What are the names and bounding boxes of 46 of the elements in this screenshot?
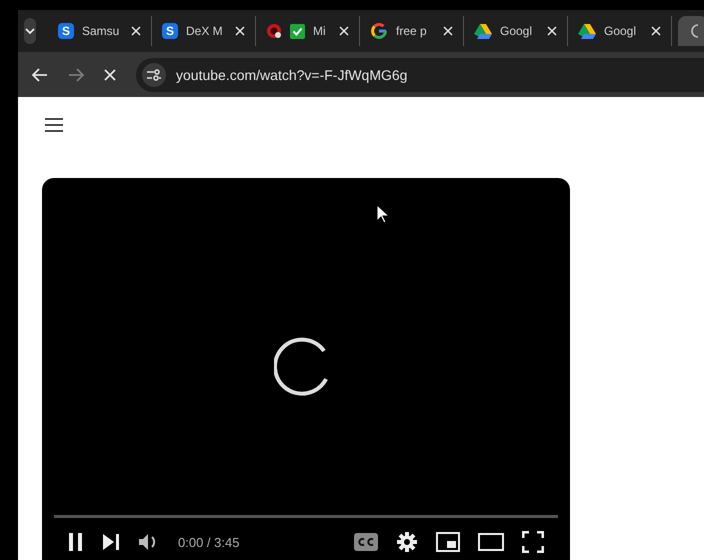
close-icon[interactable]: [339, 26, 349, 36]
tab-title: Googl: [500, 24, 534, 38]
checkbox-icon: [290, 24, 305, 38]
close-icon[interactable]: [651, 26, 661, 36]
tab-title: Samsu: [82, 24, 120, 38]
record-icon: [266, 23, 282, 39]
tab-title: Googl: [604, 24, 638, 38]
fullscreen-icon[interactable]: [522, 531, 544, 553]
pause-icon[interactable]: [68, 533, 84, 551]
tab-title: DeX M: [186, 24, 224, 38]
menu-icon[interactable]: [45, 118, 63, 132]
captions-icon[interactable]: [354, 533, 378, 551]
browser-tab[interactable]: S DeX M: [152, 16, 256, 46]
mouse-cursor-icon: [376, 204, 390, 224]
tab-search-button[interactable]: [24, 18, 36, 44]
triangle-logo-icon: [474, 23, 492, 39]
url-text: youtube.com/watch?v=-F-JfWqMG6g: [176, 66, 408, 82]
browser-tab[interactable]: Googl: [568, 16, 672, 46]
site-settings-button[interactable]: [142, 62, 166, 86]
back-arrow-icon[interactable]: [32, 68, 48, 82]
settings-icon[interactable]: [396, 531, 418, 553]
sliders-icon: [147, 68, 161, 80]
close-icon[interactable]: [235, 26, 245, 36]
theater-mode-icon[interactable]: [478, 533, 504, 551]
chevron-down-icon: [24, 27, 36, 35]
browser-tab[interactable]: [678, 16, 704, 46]
google-icon: [370, 22, 388, 40]
browser-tab[interactable]: Googl: [464, 16, 568, 46]
stop-icon[interactable]: [104, 68, 116, 80]
miniplayer-icon[interactable]: [436, 532, 460, 552]
close-icon[interactable]: [547, 26, 557, 36]
tab-title: free p: [396, 24, 428, 38]
time-display: 0:00 / 3:45: [178, 534, 240, 550]
triangle-logo-icon: [578, 23, 596, 39]
browser-tab[interactable]: Mi: [256, 16, 360, 46]
tab-title: Mi: [313, 24, 327, 38]
app-icon: S: [58, 23, 74, 39]
close-icon[interactable]: [131, 26, 141, 36]
address-bar[interactable]: youtube.com/watch?v=-F-JfWqMG6g: [136, 58, 704, 92]
forward-arrow-icon[interactable]: [68, 68, 84, 82]
next-icon[interactable]: [102, 533, 120, 551]
browser-tab[interactable]: S Samsu: [48, 16, 152, 46]
video-player[interactable]: 0:00 / 3:45: [42, 178, 570, 560]
close-icon[interactable]: [443, 26, 453, 36]
app-icon: S: [162, 23, 178, 39]
browser-tab[interactable]: free p: [360, 16, 464, 46]
